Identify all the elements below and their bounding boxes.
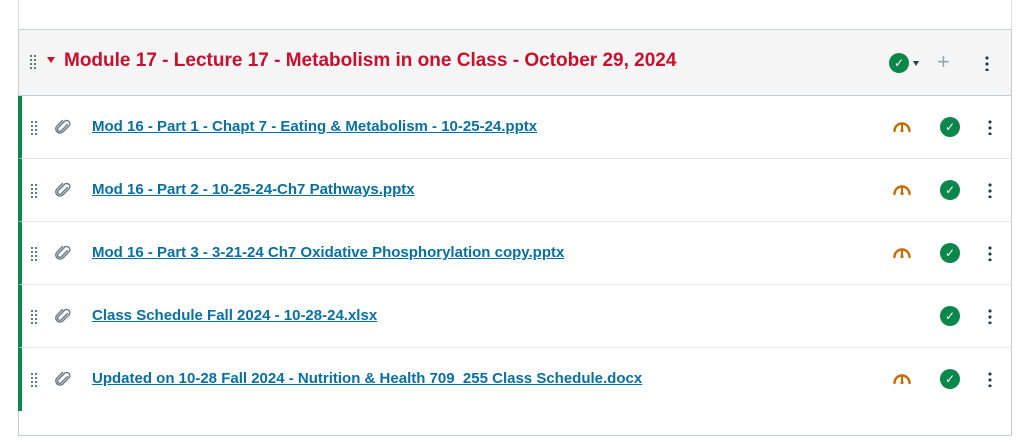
check-circle-icon: ✓ [889, 53, 909, 73]
module-publish-button[interactable]: ✓ [889, 53, 919, 73]
module-item-link[interactable]: Class Schedule Fall 2024 - 10-28-24.xlsx [92, 307, 377, 324]
drag-handle-icon[interactable] [30, 120, 38, 136]
paperclip-icon [54, 181, 72, 199]
item-kebab-menu-icon[interactable] [988, 182, 992, 198]
mastery-paths-icon[interactable] [892, 244, 912, 260]
add-item-button[interactable]: + [937, 49, 950, 75]
module-item-row[interactable]: Updated on 10-28 Fall 2024 - Nutrition &… [18, 348, 1011, 411]
drag-handle-icon[interactable] [30, 372, 38, 388]
check-circle-icon[interactable]: ✓ [940, 117, 960, 137]
check-circle-icon[interactable]: ✓ [940, 306, 960, 326]
module-item-link[interactable]: Mod 16 - Part 2 - 10-25-24-Ch7 Pathways.… [92, 181, 415, 198]
module-items-list: Mod 16 - Part 1 - Chapt 7 - Eating & Met… [18, 96, 1011, 411]
chevron-down-icon [913, 60, 919, 66]
mastery-paths-icon[interactable] [892, 181, 912, 197]
module-kebab-menu-icon[interactable] [985, 55, 989, 71]
previous-module-footer [18, 0, 1012, 30]
module-item-row[interactable]: Mod 16 - Part 1 - Chapt 7 - Eating & Met… [18, 96, 1011, 159]
drag-handle-icon[interactable] [29, 54, 37, 70]
paperclip-icon [54, 244, 72, 262]
paperclip-icon [54, 307, 72, 325]
drag-handle-icon[interactable] [30, 246, 38, 262]
item-kebab-menu-icon[interactable] [988, 308, 992, 324]
check-circle-icon[interactable]: ✓ [940, 369, 960, 389]
module-item-row[interactable]: Mod 16 - Part 2 - 10-25-24-Ch7 Pathways.… [18, 159, 1011, 222]
module-header[interactable]: Module 17 - Lecture 17 - Metabolism in o… [19, 30, 1011, 96]
item-kebab-menu-icon[interactable] [988, 245, 992, 261]
check-circle-icon[interactable]: ✓ [940, 180, 960, 200]
drag-handle-icon[interactable] [30, 309, 38, 325]
drag-handle-icon[interactable] [30, 183, 38, 199]
module-item-link[interactable]: Mod 16 - Part 1 - Chapt 7 - Eating & Met… [92, 118, 537, 135]
module-item-link[interactable]: Updated on 10-28 Fall 2024 - Nutrition &… [92, 370, 642, 387]
mastery-paths-icon[interactable] [892, 118, 912, 134]
module-item-link[interactable]: Mod 16 - Part 3 - 3-21-24 Ch7 Oxidative … [92, 244, 564, 261]
module-title[interactable]: Module 17 - Lecture 17 - Metabolism in o… [64, 50, 676, 72]
check-circle-icon[interactable]: ✓ [940, 243, 960, 263]
mastery-paths-icon[interactable] [892, 370, 912, 386]
paperclip-icon [54, 118, 72, 136]
caret-down-icon[interactable] [47, 57, 55, 63]
module-item-row[interactable]: Class Schedule Fall 2024 - 10-28-24.xlsx… [18, 285, 1011, 348]
module-container: Module 17 - Lecture 17 - Metabolism in o… [18, 30, 1012, 436]
item-kebab-menu-icon[interactable] [988, 371, 992, 387]
paperclip-icon [54, 370, 72, 388]
module-item-row[interactable]: Mod 16 - Part 3 - 3-21-24 Ch7 Oxidative … [18, 222, 1011, 285]
item-kebab-menu-icon[interactable] [988, 119, 992, 135]
